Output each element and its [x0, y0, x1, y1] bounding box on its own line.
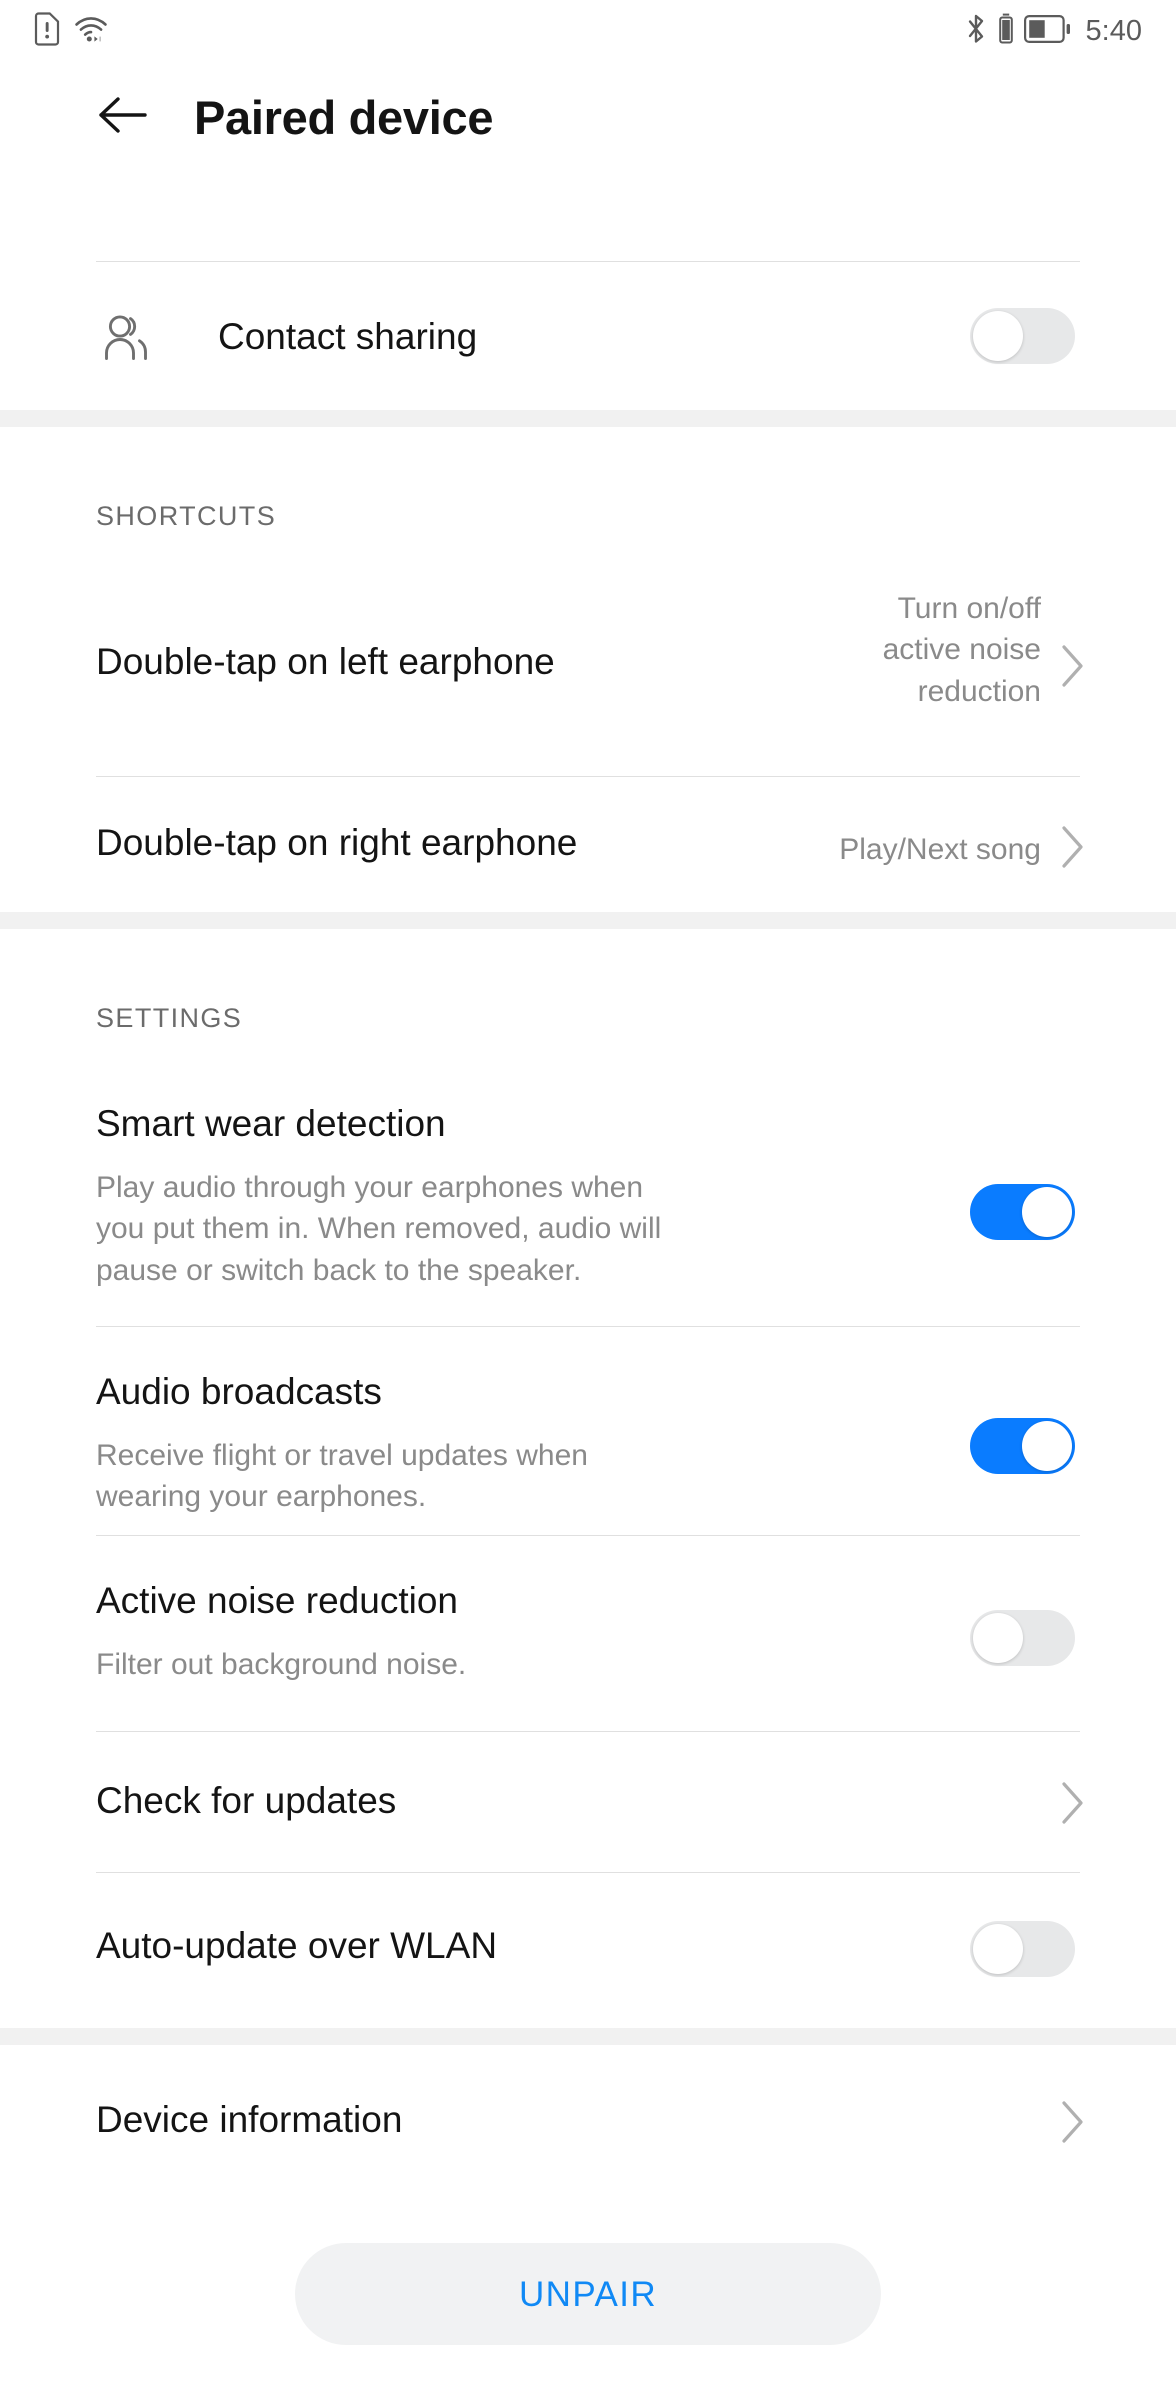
smart-wear-detection-description: Play audio through your earphones when y… — [96, 1171, 662, 1287]
audio-broadcasts-description: Receive flight or travel updates when we… — [96, 1439, 588, 1514]
row-active-noise-reduction[interactable]: Active noise reduction Filter out backgr… — [0, 1536, 1176, 1731]
device-information-label: Device information — [96, 2099, 403, 2140]
auto-update-over-wlan-label: Auto-update over WLAN — [96, 1925, 498, 1966]
double-tap-right-earphone-label: Double-tap on right earphone — [96, 822, 578, 863]
toggle-knob — [1022, 1187, 1072, 1237]
row-device-information[interactable]: Device information — [0, 2045, 1176, 2195]
row-check-for-updates[interactable]: Check for updates — [0, 1732, 1176, 1872]
active-noise-reduction-toggle[interactable] — [970, 1610, 1075, 1666]
device-section: Device information — [0, 2045, 1176, 2195]
chevron-right-icon — [1060, 1781, 1086, 1825]
settings-section-header: SETTINGS — [96, 1003, 243, 1033]
section-gray-band-settings — [0, 912, 1176, 929]
row-double-tap-right-earphone[interactable]: Double-tap on right earphone Play/Next s… — [0, 777, 1176, 912]
top-section: Contact sharing — [0, 0, 1176, 415]
row-contact-sharing[interactable]: Contact sharing — [0, 262, 1176, 410]
unpair-button-label: UNPAIR — [518, 2274, 658, 2314]
smart-wear-detection-toggle[interactable] — [970, 1184, 1075, 1240]
row-smart-wear-detection[interactable]: Smart wear detection Play audio through … — [0, 1059, 1176, 1326]
toggle-knob — [1022, 1421, 1072, 1471]
unpair-button[interactable]: UNPAIR — [295, 2243, 881, 2345]
contacts-icon — [98, 310, 154, 371]
smart-wear-detection-label: Smart wear detection — [96, 1103, 446, 1144]
chevron-right-icon — [1060, 2100, 1086, 2144]
audio-broadcasts-toggle[interactable] — [970, 1418, 1075, 1474]
settings-section: SETTINGS Smart wear detection Play audio… — [0, 929, 1176, 2028]
auto-update-over-wlan-toggle[interactable] — [970, 1921, 1075, 1977]
toggle-knob — [973, 311, 1023, 361]
chevron-right-icon — [1060, 825, 1086, 869]
toggle-knob — [973, 1924, 1023, 1974]
row-audio-broadcasts[interactable]: Audio broadcasts Receive flight or trave… — [0, 1327, 1176, 1535]
section-gray-band-shortcuts — [0, 410, 1176, 427]
toggle-knob — [973, 1613, 1023, 1663]
double-tap-left-earphone-value: Turn on/off active noise reduction — [882, 592, 1041, 708]
double-tap-right-earphone-value: Play/Next song — [839, 833, 1041, 866]
active-noise-reduction-description: Filter out background noise. — [96, 1648, 467, 1681]
row-auto-update-over-wlan[interactable]: Auto-update over WLAN — [0, 1873, 1176, 2028]
active-noise-reduction-label: Active noise reduction — [96, 1580, 458, 1621]
contact-sharing-label: Contact sharing — [218, 316, 478, 357]
shortcuts-section-header: SHORTCUTS — [96, 501, 277, 531]
contact-sharing-toggle[interactable] — [970, 308, 1075, 364]
paired-device-screen: 5:40 Paired device Contact sharing SHORT… — [0, 0, 1176, 2400]
double-tap-left-earphone-label: Double-tap on left earphone — [96, 641, 555, 682]
chevron-right-icon — [1060, 644, 1086, 688]
shortcuts-section: SHORTCUTS Double-tap on left earphone Tu… — [0, 427, 1176, 912]
section-gray-band-device — [0, 2028, 1176, 2045]
audio-broadcasts-label: Audio broadcasts — [96, 1371, 382, 1412]
check-for-updates-label: Check for updates — [96, 1780, 397, 1821]
row-double-tap-left-earphone[interactable]: Double-tap on left earphone Turn on/off … — [0, 555, 1176, 776]
